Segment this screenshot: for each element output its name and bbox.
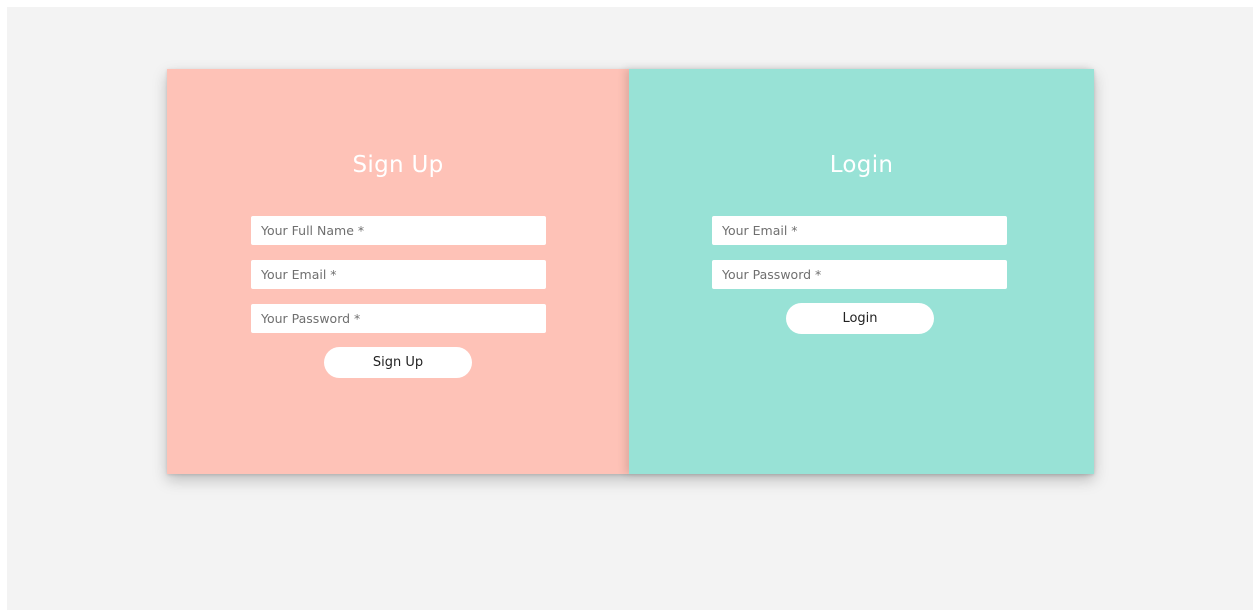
signup-full-name-input[interactable] <box>251 216 546 245</box>
auth-card: Sign Up Sign Up Login Login <box>167 69 1094 474</box>
login-button[interactable]: Login <box>786 303 934 334</box>
signup-panel: Sign Up Sign Up <box>167 69 629 474</box>
login-email-input[interactable] <box>712 216 1007 245</box>
login-title: Login <box>829 152 894 178</box>
signup-button[interactable]: Sign Up <box>324 347 472 378</box>
signup-password-input[interactable] <box>251 304 546 333</box>
login-panel: Login Login <box>629 69 1094 474</box>
signup-title: Sign Up <box>352 152 444 178</box>
login-password-input[interactable] <box>712 260 1007 289</box>
signup-email-input[interactable] <box>251 260 546 289</box>
